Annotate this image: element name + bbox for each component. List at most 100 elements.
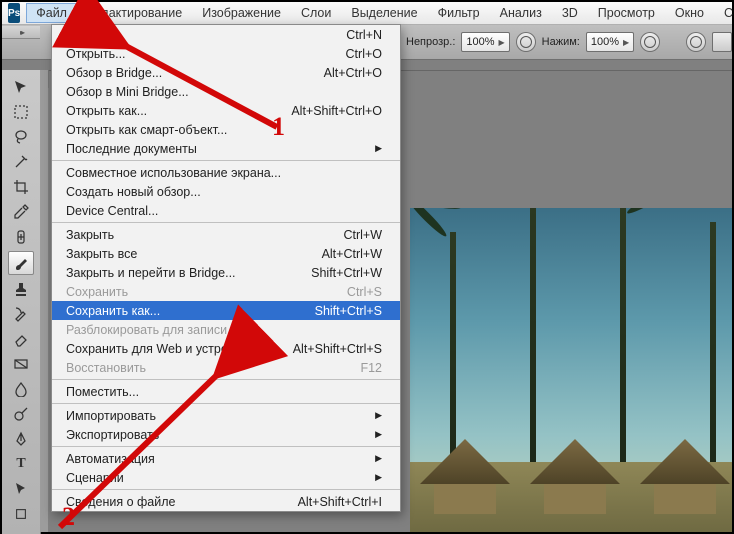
menu-item: СохранитьCtrl+S [52, 282, 400, 301]
menu-item-label: Открыть... [66, 47, 126, 61]
menu-item-label: Обзор в Bridge... [66, 66, 162, 80]
eyedropper-tool[interactable] [9, 201, 33, 223]
flow-field[interactable]: 100% ▶ [586, 32, 634, 52]
gradient-tool[interactable] [9, 353, 33, 375]
menu-item[interactable]: Импортировать▶ [52, 406, 400, 425]
lasso-tool[interactable] [9, 126, 33, 148]
stamp-tool[interactable] [9, 278, 33, 300]
opacity-label: Непрозр.: [406, 36, 455, 48]
menu-item-label: Открыть как... [66, 104, 147, 118]
menu-help[interactable]: Справ [714, 3, 734, 23]
menu-item[interactable]: Сведения о файлеAlt+Shift+Ctrl+I [52, 492, 400, 511]
menu-item[interactable]: Экспортировать ▶ [52, 425, 400, 444]
toolbox: T [2, 70, 41, 534]
menu-item-label: Закрыть и перейти в Bridge... [66, 266, 236, 280]
menu-item[interactable]: Закрыть Ctrl+W [52, 225, 400, 244]
dodge-tool[interactable] [9, 403, 33, 425]
wand-tool[interactable] [9, 151, 33, 173]
menu-item[interactable]: Обзор в Mini Bridge... [52, 82, 400, 101]
blur-tool[interactable] [9, 378, 33, 400]
menu-item-shortcut: Shift+Ctrl+S [315, 304, 382, 318]
healing-tool[interactable] [9, 226, 33, 248]
menu-item-label: Поместить... [66, 385, 139, 399]
menu-item-shortcut: Alt+Ctrl+W [322, 247, 382, 261]
menu-item-label: Разблокировать для записи... [66, 323, 237, 337]
menu-item[interactable]: Сохранить для Web и устройств...Alt+Shif… [52, 339, 400, 358]
pen-tool[interactable] [9, 428, 33, 450]
move-tool[interactable] [9, 76, 33, 98]
submenu-arrow-icon: ▶ [375, 472, 382, 483]
menu-item-shortcut: Shift+Ctrl+W [311, 266, 382, 280]
path-select-tool[interactable] [9, 478, 33, 500]
menu-item[interactable]: Device Central... [52, 201, 400, 220]
crop-tool[interactable] [9, 176, 33, 198]
menu-analysis[interactable]: Анализ [490, 3, 552, 23]
menu-separator [52, 160, 400, 161]
submenu-arrow-icon: ▶ [375, 143, 382, 154]
menu-item-label: Экспортировать [66, 428, 159, 442]
menu-item[interactable]: Открыть как смарт-объект... [52, 120, 400, 139]
submenu-arrow-icon: ▶ [375, 429, 382, 440]
menu-file[interactable]: Файл [26, 3, 77, 23]
menu-separator [52, 446, 400, 447]
menu-item-label: Закрыть [66, 228, 114, 242]
app-badge: Ps [8, 3, 20, 23]
menu-item[interactable]: Создать новый обзор... [52, 182, 400, 201]
menu-item[interactable]: Сценарии ▶ [52, 468, 400, 487]
opacity-field[interactable]: 100% ▶ [461, 32, 509, 52]
menu-item-shortcut: Ctrl+N [346, 28, 382, 42]
history-brush-tool[interactable] [9, 303, 33, 325]
tablet-options-icon[interactable] [712, 32, 732, 52]
menu-item[interactable]: Автоматизация▶ [52, 449, 400, 468]
menu-item-label: Сведения о файле [66, 495, 175, 509]
shape-tool[interactable] [9, 503, 33, 525]
menu-separator [52, 379, 400, 380]
menu-item-label: Сохранить как... [66, 304, 160, 318]
type-tool[interactable]: T [9, 453, 33, 475]
eraser-tool[interactable] [9, 328, 33, 350]
menu-item-label: Создать... [66, 28, 124, 42]
airbrush-icon[interactable] [640, 32, 660, 52]
menu-item[interactable]: Открыть как... Alt+Shift+Ctrl+O [52, 101, 400, 120]
menu-item[interactable]: Закрыть все Alt+Ctrl+W [52, 244, 400, 263]
menu-item-label: Device Central... [66, 204, 158, 218]
document-image [410, 208, 732, 532]
menu-item[interactable]: Закрыть и перейти в Bridge... Shift+Ctrl+… [52, 263, 400, 282]
menu-item-shortcut: Alt+Shift+Ctrl+O [291, 104, 382, 118]
menu-item-label: Обзор в Mini Bridge... [66, 85, 189, 99]
menu-item-label: Закрыть все [66, 247, 137, 261]
menu-edit[interactable]: Редактирование [77, 3, 192, 23]
app-frame: Ps ФайлРедактированиеИзображениеСлоиВыде… [0, 0, 734, 534]
annotation-number-2: 2 [62, 502, 75, 532]
menu-window[interactable]: Окно [665, 3, 714, 23]
menu-item[interactable]: Сохранить как... Shift+Ctrl+S [52, 301, 400, 320]
panel-collapse-toggle[interactable]: ▸▸ [2, 26, 40, 39]
menu-item[interactable]: Совместное использование экрана... [52, 163, 400, 182]
menu-image[interactable]: Изображение [192, 3, 291, 23]
menu-separator [52, 403, 400, 404]
menu-separator [52, 222, 400, 223]
pressure-size-icon[interactable] [686, 32, 706, 52]
menu-item[interactable]: Поместить... [52, 382, 400, 401]
menu-item-shortcut: Ctrl+W [343, 228, 382, 242]
menu-item-shortcut: Alt+Shift+Ctrl+S [293, 342, 382, 356]
brush-tool[interactable] [8, 251, 34, 275]
menu-3d[interactable]: 3D [552, 3, 588, 23]
menu-item: ВосстановитьF12 [52, 358, 400, 377]
menu-filter[interactable]: Фильтр [428, 3, 490, 23]
menu-item[interactable]: Открыть... Ctrl+O [52, 44, 400, 63]
menu-item-shortcut: Ctrl+O [346, 47, 382, 61]
submenu-arrow-icon: ▶ [375, 453, 382, 464]
menu-item-label: Сценарии [66, 471, 124, 485]
marquee-tool[interactable] [9, 101, 33, 123]
menu-item[interactable]: Обзор в Bridge...Alt+Ctrl+O [52, 63, 400, 82]
menu-item[interactable]: Создать... Ctrl+N [52, 25, 400, 44]
menu-layers[interactable]: Слои [291, 3, 341, 23]
menubar: Ps ФайлРедактированиеИзображениеСлоиВыде… [2, 2, 732, 25]
menu-item-label: Импортировать [66, 409, 156, 423]
pressure-opacity-icon[interactable] [516, 32, 536, 52]
menu-view[interactable]: Просмотр [588, 3, 665, 23]
menu-separator [52, 489, 400, 490]
menu-select[interactable]: Выделение [341, 3, 427, 23]
menu-item[interactable]: Последние документы▶ [52, 139, 400, 158]
